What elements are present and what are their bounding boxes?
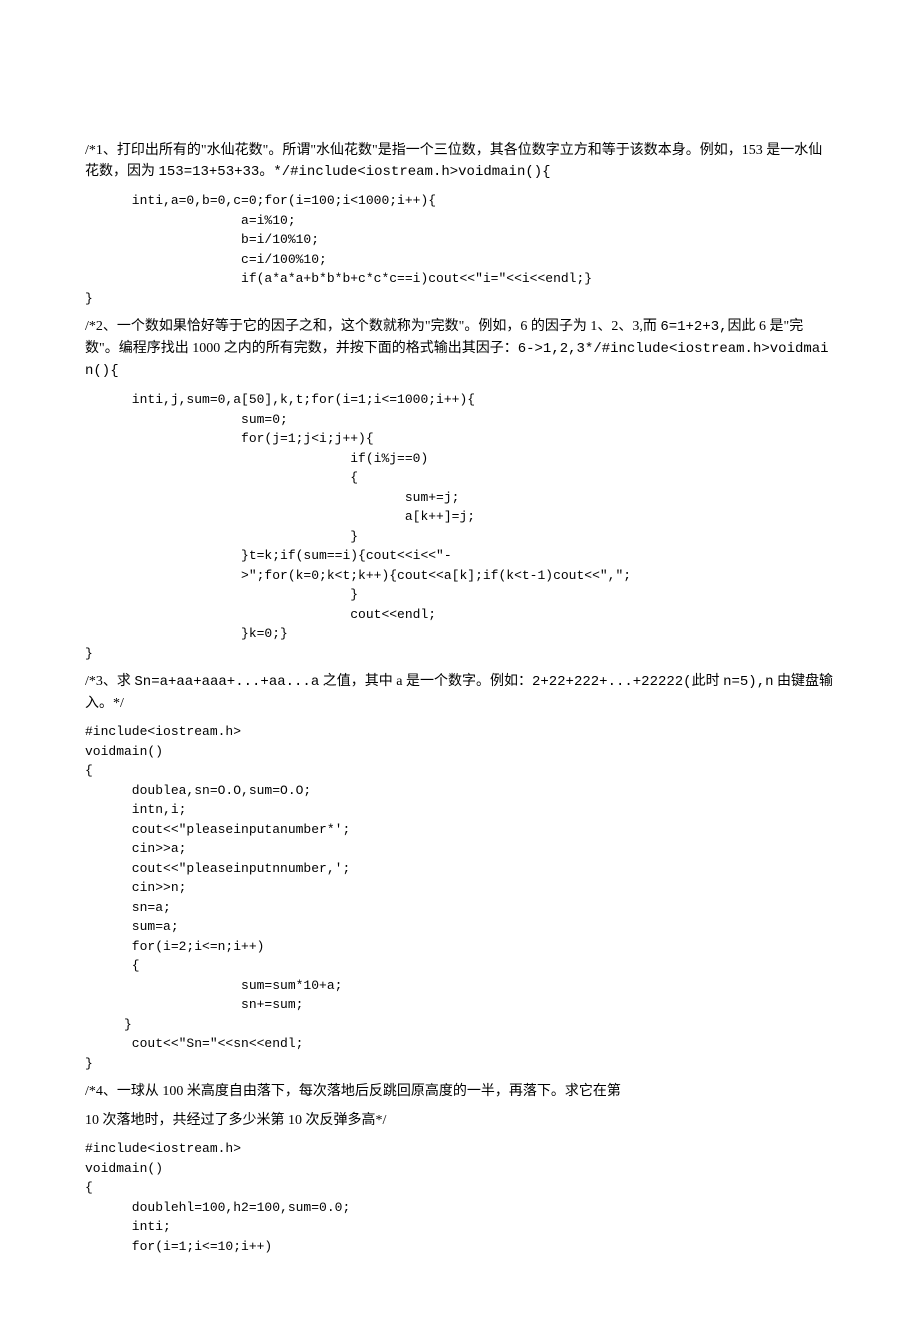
- p3-text-b: Sn=a+aa+aaa+...+aa...a: [134, 674, 319, 690]
- p2-text-a: /*2、一个数如果恰好等于它的因子之和，这个数就称为"完数"。例如，6 的因子为…: [85, 319, 660, 334]
- problem-2-desc: /*2、一个数如果恰好等于它的因子之和，这个数就称为"完数"。例如，6 的因子为…: [85, 316, 835, 382]
- p1-text-b: 153=13+53+33。*/#include<iostream.h>voidm…: [159, 164, 551, 180]
- p3-text-d: 2+22+222+...+22222(: [532, 674, 692, 690]
- p3-text-c: 之值，其中 a 是一个数字。例如：: [319, 674, 532, 689]
- p4-text-a: /*4、一球从 100 米高度自由落下，每次落地后反跳回原高度的一半，再落下。求…: [85, 1084, 621, 1099]
- document-page: /*1、打印出所有的"水仙花数"。所谓"水仙花数"是指一个三位数，其各位数字立方…: [0, 0, 920, 1324]
- problem-1-desc: /*1、打印出所有的"水仙花数"。所谓"水仙花数"是指一个三位数，其各位数字立方…: [85, 140, 835, 183]
- problem-2-code: inti,j,sum=0,a[50],k,t;for(i=1;i<=1000;i…: [85, 390, 835, 663]
- p3-text-e: 此时: [692, 674, 724, 689]
- p4-text-b: 10 次落地时，共经过了多少米第 10 次反弹多高*/: [85, 1113, 386, 1128]
- problem-3-desc: /*3、求 Sn=a+aa+aaa+...+aa...a 之值，其中 a 是一个…: [85, 671, 835, 714]
- problem-1-code: inti,a=0,b=0,c=0;for(i=100;i<1000;i++){ …: [85, 191, 835, 308]
- problem-4-code: #include<iostream.h> voidmain() { double…: [85, 1139, 835, 1256]
- p2-text-b: 6=1+2+3,: [660, 319, 727, 335]
- problem-4-desc-b: 10 次落地时，共经过了多少米第 10 次反弹多高*/: [85, 1110, 835, 1131]
- problem-3-code: #include<iostream.h> voidmain() { double…: [85, 722, 835, 1073]
- p3-text-f: n=5),n: [723, 674, 773, 690]
- p3-text-a: /*3、求: [85, 674, 134, 689]
- problem-4-desc-a: /*4、一球从 100 米高度自由落下，每次落地后反跳回原高度的一半，再落下。求…: [85, 1081, 835, 1102]
